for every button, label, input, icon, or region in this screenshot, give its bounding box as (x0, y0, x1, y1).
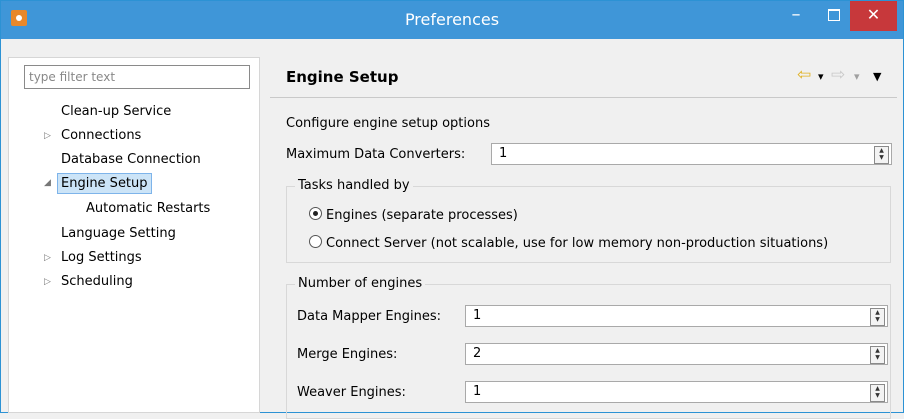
tree-item-database-connection[interactable]: Database Connection (61, 149, 201, 170)
tree-item-log-settings[interactable]: Log Settings (61, 247, 142, 268)
maximize-icon (828, 9, 840, 21)
preference-page: Engine Setup ⇦ ▾ ⇨ ▾ ▼ Configure engine … (270, 57, 897, 419)
forward-dropdown-icon[interactable]: ▾ (854, 70, 860, 83)
merge-engines-value[interactable]: 2 (473, 346, 481, 361)
forward-arrow-icon[interactable]: ⇨ (831, 65, 845, 85)
tree-item-scheduling[interactable]: Scheduling (61, 271, 133, 292)
max-converters-label: Maximum Data Converters: (286, 147, 466, 162)
tasks-group: Tasks handled by Engines (separate proce… (286, 178, 891, 263)
collapse-twisty-icon[interactable]: ◢ (44, 178, 51, 188)
weaver-engines-value[interactable]: 1 (473, 384, 481, 399)
tasks-group-legend: Tasks handled by (295, 178, 413, 193)
radio-connect-server-label: Connect Server (not scalable, use for lo… (326, 236, 829, 251)
view-menu-icon[interactable]: ▼ (873, 70, 881, 83)
merge-engines-spinner[interactable]: 2 ▲ ▼ (465, 343, 888, 365)
max-converters-value[interactable]: 1 (499, 146, 507, 161)
app-icon (11, 10, 27, 26)
window-title: Preferences (404, 10, 500, 29)
tree-item-engine-setup[interactable]: Engine Setup (57, 173, 152, 194)
back-dropdown-icon[interactable]: ▾ (818, 70, 824, 83)
back-arrow-icon[interactable]: ⇦ (797, 65, 811, 85)
spinner-arrows-icon[interactable]: ▲ ▼ (870, 346, 885, 364)
engines-group-legend: Number of engines (295, 276, 426, 291)
title-bar[interactable]: Preferences – ✕ (1, 1, 903, 39)
tree-item-connections[interactable]: Connections (61, 125, 141, 146)
data-mapper-engines-value[interactable]: 1 (473, 308, 481, 323)
max-converters-spinner[interactable]: 1 ▲ ▼ (491, 143, 892, 165)
tree-item-automatic-restarts[interactable]: Automatic Restarts (86, 198, 210, 219)
radio-connect-server[interactable]: Connect Server (not scalable, use for lo… (309, 235, 828, 251)
tree-item-clean-up-service[interactable]: Clean-up Service (61, 101, 171, 122)
radio-selected-icon[interactable] (309, 207, 322, 220)
weaver-engines-label: Weaver Engines: (297, 385, 406, 400)
expand-twisty-icon[interactable]: ▷ (44, 253, 51, 263)
minimize-button[interactable]: – (777, 1, 815, 31)
engines-group: Number of engines Data Mapper Engines: 1… (286, 276, 891, 419)
tree-item-language-setting[interactable]: Language Setting (61, 223, 176, 244)
spinner-arrows-icon[interactable]: ▲ ▼ (870, 308, 885, 326)
close-button[interactable]: ✕ (850, 1, 897, 31)
radio-engines[interactable]: Engines (separate processes) (309, 207, 518, 223)
radio-engines-label: Engines (separate processes) (326, 208, 518, 223)
weaver-engines-spinner[interactable]: 1 ▲ ▼ (465, 381, 888, 403)
expand-twisty-icon[interactable]: ▷ (44, 277, 51, 287)
spinner-arrows-icon[interactable]: ▲ ▼ (870, 384, 885, 402)
radio-unselected-icon[interactable] (309, 235, 322, 248)
merge-engines-label: Merge Engines: (297, 347, 398, 362)
page-description: Configure engine setup options (286, 116, 490, 131)
expand-twisty-icon[interactable]: ▷ (44, 131, 51, 141)
filter-input[interactable] (24, 65, 250, 89)
spinner-arrows-icon[interactable]: ▲ ▼ (874, 146, 889, 164)
page-header: Engine Setup ⇦ ▾ ⇨ ▾ ▼ (270, 57, 897, 98)
data-mapper-engines-label: Data Mapper Engines: (297, 309, 442, 324)
page-title: Engine Setup (286, 68, 399, 86)
maximize-button[interactable] (815, 1, 853, 31)
data-mapper-engines-spinner[interactable]: 1 ▲ ▼ (465, 305, 888, 327)
